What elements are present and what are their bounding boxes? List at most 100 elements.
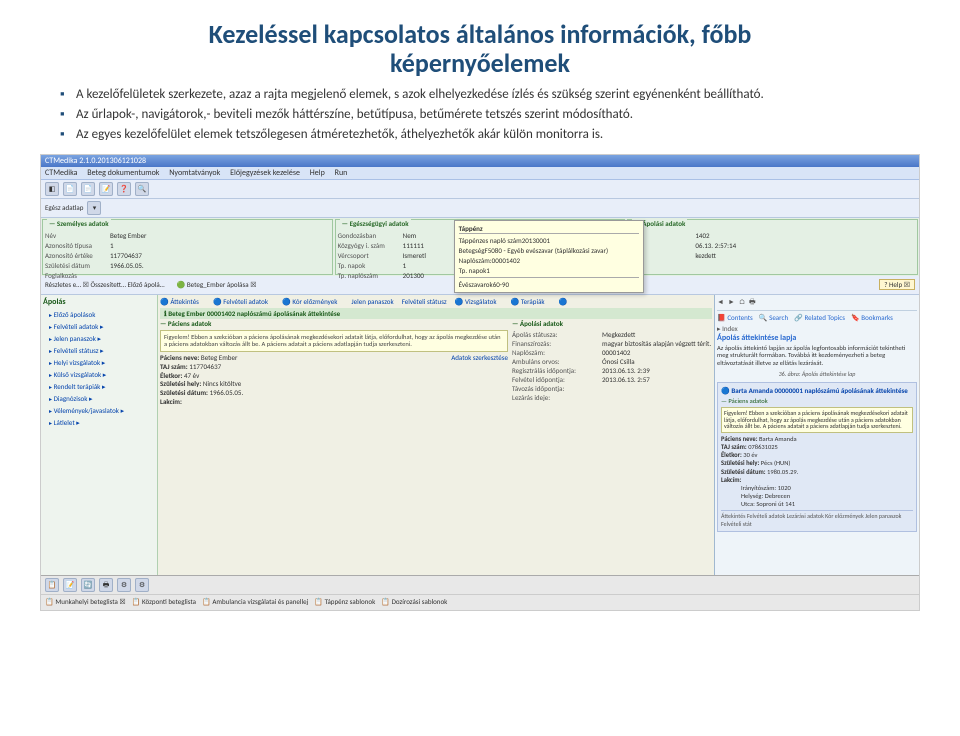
nav-item-5[interactable]: ▸ Külső vizsgálatok ▸ (49, 370, 155, 379)
btool-3[interactable]: 🔄 (81, 578, 95, 592)
nav-item-1[interactable]: ▸ Felvételi adatok ▸ (49, 322, 155, 331)
pacadat-title: — Páciens adatok (160, 319, 508, 328)
ctab-more[interactable]: 🔵 (559, 297, 568, 306)
tt-v2: 00001402 (492, 256, 520, 265)
menu-elojegy[interactable]: Előjegyzések kezelése (230, 168, 300, 178)
menu-beteg[interactable]: Beteg dokumentumok (87, 168, 159, 178)
help-tab-bookmarks[interactable]: 🔖 Bookmarks (851, 313, 893, 322)
top-panes: — Személyes adatok NévBeteg Ember Azonos… (41, 218, 919, 276)
p2-l2: Vércsoport (338, 251, 403, 260)
ctab-0[interactable]: 🔵 Áttekintés (160, 297, 205, 306)
help-back-icon[interactable]: ◄ (717, 297, 724, 309)
nav-item-4[interactable]: ▸ Helyi vizsgálatok ▸ (49, 358, 155, 367)
middle: Ápolás ▸ Előző ápolások ▸ Felvételi adat… (41, 295, 919, 575)
ctab-4[interactable]: Felvételi státusz (402, 297, 447, 306)
bottom-tabs[interactable]: 📋 Munkahelyi beteglista ☒ 📋 Központi bet… (41, 595, 919, 608)
a-l7: Lezárás ideje: (512, 393, 602, 402)
btool-6[interactable]: ⚙ (135, 578, 149, 592)
ci-taj-l: TAJ szám: (160, 362, 188, 371)
help-index[interactable]: ▸ Index (717, 324, 917, 333)
help-print-icon[interactable]: 🖶 (749, 297, 756, 309)
btool-1[interactable]: 📋 (45, 578, 59, 592)
nav-item-8[interactable]: ▸ Vélemények/javaslatok ▸ (49, 406, 155, 415)
tt-v3: 1 (486, 266, 490, 275)
help-body: Az ápolás áttekintő lapján az ápolás leg… (717, 345, 917, 367)
help-tab-contents[interactable]: 📕 Contents (717, 313, 753, 322)
help-figcaption: 36. ábra: Ápolás áttekintése lap (717, 370, 917, 378)
toolbar-icon-4[interactable]: 📝 (99, 182, 113, 196)
ctab-3[interactable]: Jelen panaszok (351, 297, 393, 306)
menu-nyomtat[interactable]: Nyomtatványok (169, 168, 220, 178)
ctab-1[interactable]: 🔵 Felvételi adatok (213, 297, 274, 306)
btool-2[interactable]: 📝 (63, 578, 77, 592)
tt-l2: Naplószám: (459, 256, 492, 265)
help-tabs[interactable]: 📕 Contents 🔍 Search 🔗 Related Topics 🔖 B… (717, 313, 917, 322)
menu-bar[interactable]: CTMedika Beteg dokumentumok Nyomtatványo… (41, 167, 919, 180)
ctab-6[interactable]: 🔵 Terápiák (511, 297, 551, 306)
edit-link[interactable]: Adatok szerkesztése (451, 354, 508, 363)
toolbar-icon-6[interactable]: 🔍 (135, 182, 149, 196)
nav-item-3[interactable]: ▸ Felvételi státusz ▸ (49, 346, 155, 355)
help-fwd-icon[interactable]: ► (728, 297, 735, 309)
btool-5[interactable]: ⚙ (117, 578, 131, 592)
p1-v2: 117704637 (110, 251, 142, 260)
btool-4[interactable]: 🖶 (99, 578, 113, 592)
menu-run[interactable]: Run (335, 168, 348, 178)
window-titlebar[interactable]: CTMedika 2.1.0.201306121028 (41, 155, 919, 167)
p2-v1: 111111 (403, 241, 424, 250)
btab-3[interactable]: 📋 Táppénz sablonok (314, 597, 375, 606)
a-l1: Finanszírozás: (512, 339, 602, 348)
nav-item-2[interactable]: ▸ Jelen panaszok ▸ (49, 334, 155, 343)
help-tab-search[interactable]: 🔍 Search (759, 313, 788, 322)
nav-item-9[interactable]: ▸ Látlelet ▸ (49, 418, 155, 427)
toolbar-icon-5[interactable]: ❓ (117, 182, 131, 196)
toolbar-icon-3[interactable]: 📄 (81, 182, 95, 196)
left-nav: Ápolás ▸ Előző ápolások ▸ Felvételi adat… (41, 295, 158, 575)
btab-1[interactable]: 📋 Központi beteglista (132, 597, 196, 606)
help-button[interactable]: ? Help ☒ (879, 279, 915, 290)
bullet-2: Az űrlapok-, navigátorok,- beviteli mező… (60, 107, 900, 124)
center-tabs[interactable]: 🔵 Áttekintés 🔵 Felvételi adatok 🔵 Kór el… (160, 297, 712, 306)
pane-szemelyes: — Személyes adatok NévBeteg Ember Azonos… (42, 219, 333, 275)
tt-v1: F5080 - Egyéb evészavar (táplálkozási za… (485, 246, 609, 255)
help-panel: ◄ ► ⌂ 🖶 📕 Contents 🔍 Search 🔗 Related To… (714, 295, 919, 575)
help-tab-related[interactable]: 🔗 Related Topics (794, 313, 845, 322)
help-sublink[interactable]: 🔵 Barta Amanda 00000001 naplószámú ápolá… (721, 386, 913, 395)
menu-help[interactable]: Help (310, 168, 325, 178)
toolbar2-icon[interactable]: ▾ (87, 201, 101, 215)
p2-l4: Tp. naplószám (338, 271, 403, 280)
tt-l1: Betegség (459, 246, 485, 255)
p1-l2: Azonosító értéke (45, 251, 110, 260)
ctab-2[interactable]: 🔵 Kór előzmények (282, 297, 343, 306)
nav-item-0[interactable]: ▸ Előző ápolások (49, 310, 155, 319)
toolbar-label[interactable]: Egész adatlap (45, 203, 83, 212)
help-home-icon[interactable]: ⌂ (739, 297, 745, 309)
nav-item-6[interactable]: ▸ Rendelt terápiák ▸ (49, 382, 155, 391)
section-tabs[interactable]: Részletes e… ☒ Összesített… Előző ápolá… (45, 280, 165, 289)
center-heading: ℹ Beteg Ember 00001402 naplószámú ápolás… (160, 308, 712, 319)
toolbar-icon-1[interactable]: ◧ (45, 182, 59, 196)
menu-ctmedika[interactable]: CTMedika (45, 168, 77, 178)
a-l3: Ambuláns orvos: (512, 357, 602, 366)
btab-2[interactable]: 📋 Ambulancia vizsgálatai és panellej (202, 597, 308, 606)
a-v5: 2013.06.13. 2:57 (602, 375, 650, 384)
btab-4[interactable]: 📋 Dozírozási sablonok (381, 597, 447, 606)
help-bottom-tabs[interactable]: Áttekintés Felvételi adatok Lezárási ada… (721, 510, 913, 528)
p2-v0: Nem (403, 231, 417, 240)
ci-szh-l: Születési hely: (160, 379, 201, 388)
bottom-toolbar: 📋 📝 🔄 🖶 ⚙ ⚙ (41, 576, 919, 595)
p2-l3: Tp. napok (338, 261, 403, 270)
help-kv-block: Páciens neve: Barta Amanda TAJ szám: 078… (721, 435, 913, 508)
btab-0[interactable]: 📋 Munkahelyi beteglista ☒ (45, 597, 126, 606)
tt-l0: Táppénzes napló szám (459, 236, 522, 245)
nav-title: Ápolás (43, 297, 155, 307)
p2-v3: 1 (403, 261, 407, 270)
toolbar-icon-2[interactable]: 📄 (63, 182, 77, 196)
ctab-5[interactable]: 🔵 Vizsgálatok (455, 297, 503, 306)
nav-item-7[interactable]: ▸ Diagnózisok ▸ (49, 394, 155, 403)
help-toolbar[interactable]: ◄ ► ⌂ 🖶 (717, 297, 917, 311)
center-tab-label[interactable]: 🟢 Beteg_Ember ápolása ☒ (177, 280, 257, 289)
second-toolbar: Egész adatlap ▾ (41, 199, 919, 218)
help-sub-warn: Figyelem! Ebben a szekcióban a páciens á… (721, 407, 913, 433)
date-picker-icon[interactable]: ▾ (153, 610, 167, 611)
